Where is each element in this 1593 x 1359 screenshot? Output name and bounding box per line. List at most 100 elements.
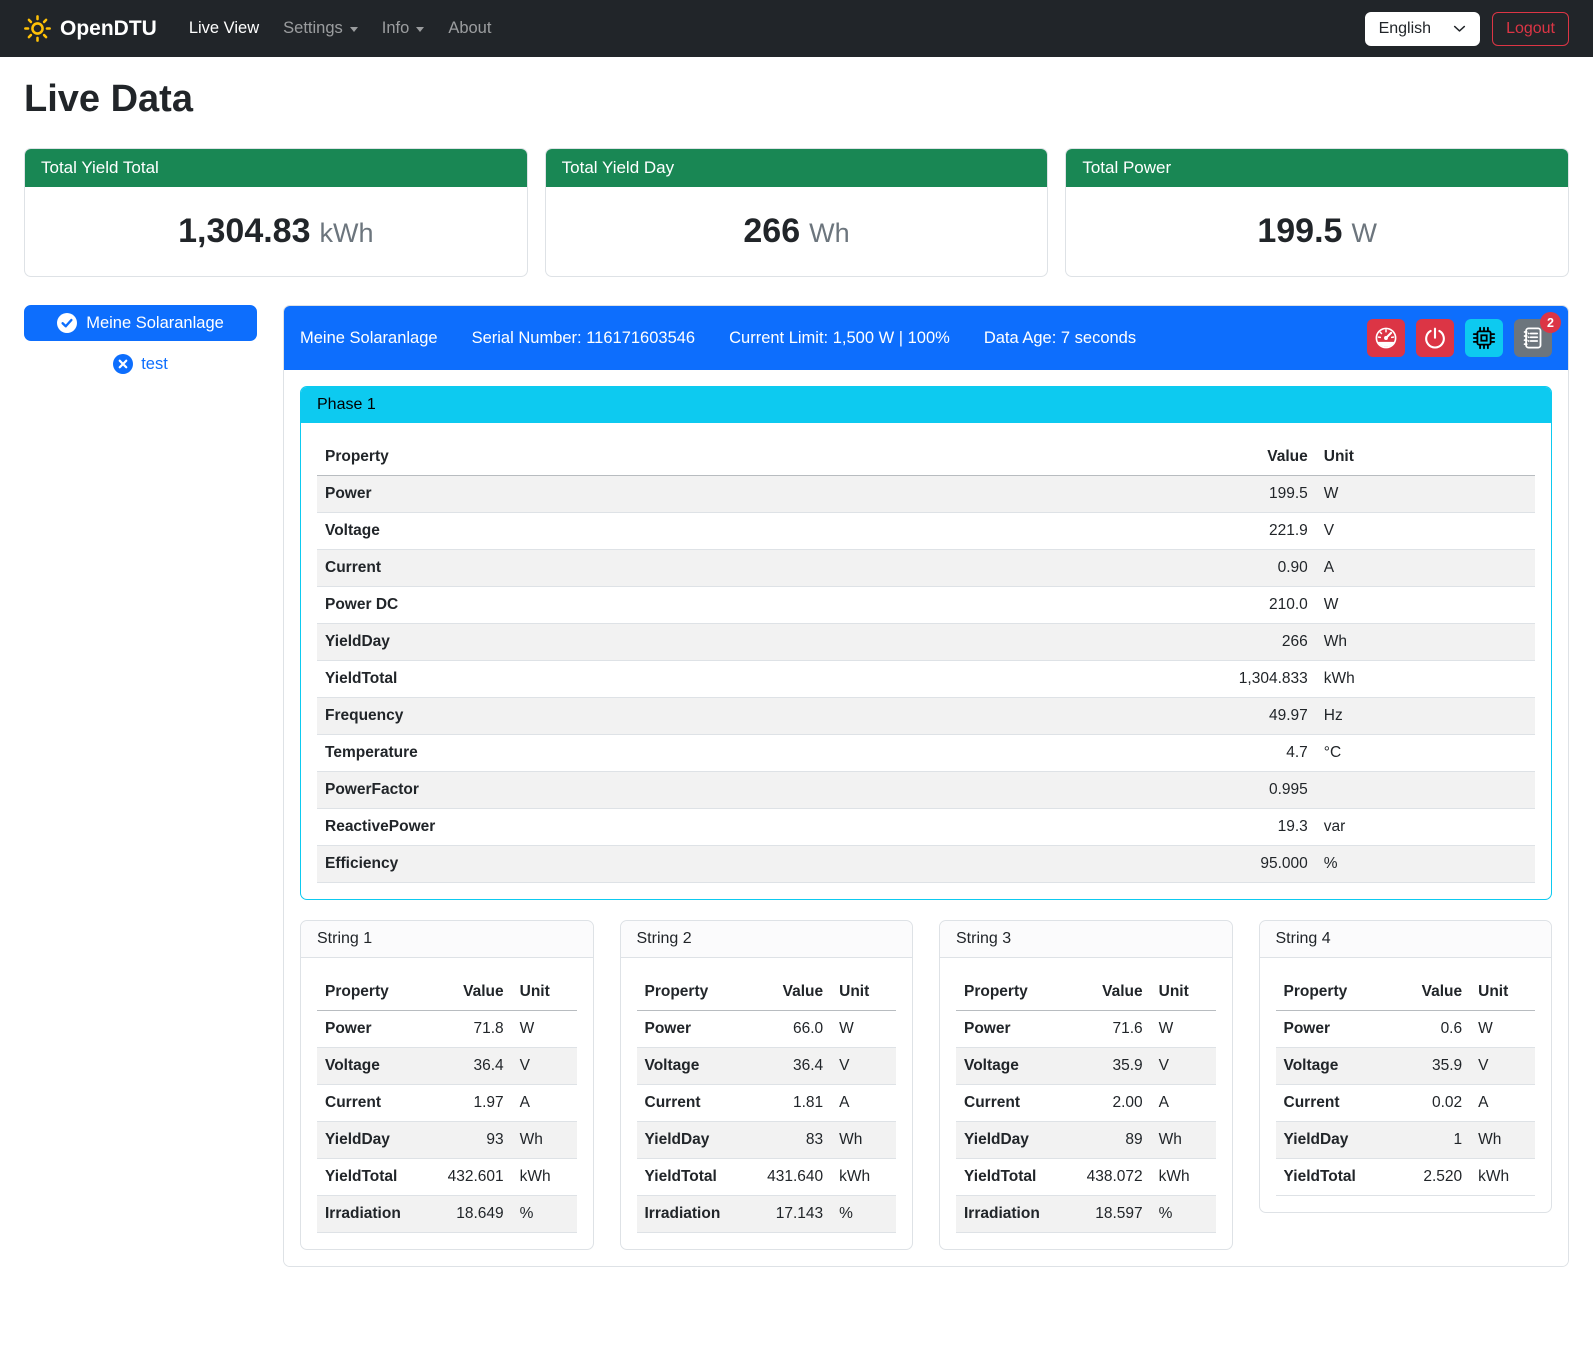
- sun-icon: [24, 15, 51, 42]
- property-cell: YieldTotal: [317, 1159, 431, 1196]
- value-cell: 1.97: [431, 1085, 511, 1122]
- value-cell: 4.7: [1157, 735, 1315, 772]
- column-header: Property: [317, 439, 1157, 476]
- summary-unit: W: [1351, 218, 1376, 248]
- chevron-down-icon: [416, 27, 424, 32]
- value-cell: 93: [431, 1122, 511, 1159]
- table-row: PowerFactor0.995: [317, 772, 1535, 809]
- inverter-sidebar: Meine Solaranlage test: [24, 305, 257, 374]
- value-cell: 18.649: [431, 1196, 511, 1233]
- strings-grid: String 1 PropertyValueUnitPower71.8WVolt…: [300, 920, 1552, 1250]
- value-cell: 36.4: [431, 1048, 511, 1085]
- nav-item-info[interactable]: Info: [372, 11, 435, 46]
- summary-card-title: Total Power: [1066, 149, 1568, 187]
- column-header: Value: [1390, 974, 1470, 1011]
- value-cell: 0.995: [1157, 772, 1315, 809]
- check-circle-icon: [57, 313, 77, 333]
- table-row: Current0.90A: [317, 550, 1535, 587]
- unit-cell: V: [512, 1048, 577, 1085]
- table-row: Current2.00A: [956, 1085, 1216, 1122]
- table-row: Power71.6W: [956, 1011, 1216, 1048]
- phase-panel: Phase 1 PropertyValueUnitPower199.5WVolt…: [300, 386, 1552, 900]
- value-cell: 18.597: [1070, 1196, 1150, 1233]
- table-row: Voltage36.4V: [317, 1048, 577, 1085]
- unit-cell: Hz: [1316, 698, 1535, 735]
- column-header: Value: [1070, 974, 1150, 1011]
- value-cell: 66.0: [751, 1011, 831, 1048]
- property-cell: Power: [1276, 1011, 1390, 1048]
- phase-panel-body: PropertyValueUnitPower199.5WVoltage221.9…: [301, 423, 1551, 883]
- brand[interactable]: OpenDTU: [24, 15, 157, 42]
- table-row: YieldTotal2.520kWh: [1276, 1159, 1536, 1196]
- summary-card-title: Total Yield Day: [546, 149, 1048, 187]
- value-cell: 36.4: [751, 1048, 831, 1085]
- journal-text-icon: [1521, 326, 1545, 350]
- unit-cell: W: [1470, 1011, 1535, 1048]
- string-card-body: PropertyValueUnitPower66.0WVoltage36.4VC…: [621, 958, 913, 1233]
- inverter-name: Meine Solaranlage: [300, 329, 438, 348]
- column-header: Value: [751, 974, 831, 1011]
- value-cell: 0.6: [1390, 1011, 1470, 1048]
- logout-button[interactable]: Logout: [1492, 12, 1569, 46]
- table-row: Power199.5W: [317, 476, 1535, 513]
- column-header: Property: [956, 974, 1070, 1011]
- value-cell: 431.640: [751, 1159, 831, 1196]
- summary-unit: kWh: [320, 218, 374, 248]
- unit-cell: W: [1151, 1011, 1216, 1048]
- speedometer-icon: [1374, 326, 1398, 350]
- value-cell: 95.000: [1157, 846, 1315, 883]
- nav-item-live-view[interactable]: Live View: [179, 11, 269, 46]
- inverter-card: Meine Solaranlage Serial Number: 1161716…: [283, 305, 1569, 1267]
- phase-table: PropertyValueUnitPower199.5WVoltage221.9…: [317, 439, 1535, 883]
- unit-cell: W: [1316, 476, 1535, 513]
- table-row: ReactivePower19.3var: [317, 809, 1535, 846]
- table-row: Current1.97A: [317, 1085, 577, 1122]
- inverter-limit: Current Limit: 1,500 W | 100%: [729, 329, 950, 348]
- property-cell: Current: [956, 1085, 1070, 1122]
- nav-item-about[interactable]: About: [438, 11, 501, 46]
- table-row: Voltage35.9V: [956, 1048, 1216, 1085]
- language-value: English: [1379, 20, 1431, 38]
- property-cell: Irradiation: [637, 1196, 751, 1233]
- page-title: Live Data: [24, 78, 1569, 121]
- string-card-title: String 2: [621, 921, 913, 958]
- device-info-button[interactable]: [1465, 319, 1503, 357]
- power-button[interactable]: [1416, 319, 1454, 357]
- property-cell: Voltage: [1276, 1048, 1390, 1085]
- table-row: Temperature4.7°C: [317, 735, 1535, 772]
- summary-card-body: 1,304.83kWh: [25, 187, 527, 276]
- string-card-3: String 3 PropertyValueUnitPower71.6WVolt…: [939, 920, 1233, 1250]
- summary-unit: Wh: [809, 218, 850, 248]
- column-header: Unit: [1470, 974, 1535, 1011]
- unit-cell: A: [831, 1085, 896, 1122]
- table-row: Voltage221.9V: [317, 513, 1535, 550]
- property-cell: YieldTotal: [956, 1159, 1070, 1196]
- table-row: YieldDay266Wh: [317, 624, 1535, 661]
- cpu-icon: [1472, 326, 1496, 350]
- unit-cell: V: [831, 1048, 896, 1085]
- column-header: Value: [431, 974, 511, 1011]
- column-header: Unit: [512, 974, 577, 1011]
- property-cell: YieldDay: [317, 624, 1157, 661]
- limit-settings-button[interactable]: [1367, 319, 1405, 357]
- inverter-item-test[interactable]: test: [24, 354, 257, 374]
- table-row: Power71.8W: [317, 1011, 577, 1048]
- property-cell: Power: [956, 1011, 1070, 1048]
- unit-cell: A: [1316, 550, 1535, 587]
- inverter-select-button[interactable]: Meine Solaranlage: [24, 305, 257, 341]
- unit-cell: %: [1316, 846, 1535, 883]
- nav-item-settings[interactable]: Settings: [273, 11, 368, 46]
- string-2-table: PropertyValueUnitPower66.0WVoltage36.4VC…: [637, 974, 897, 1233]
- unit-cell: W: [831, 1011, 896, 1048]
- table-header-row: PropertyValueUnit: [1276, 974, 1536, 1011]
- table-row: YieldTotal431.640kWh: [637, 1159, 897, 1196]
- unit-cell: V: [1470, 1048, 1535, 1085]
- property-cell: Current: [317, 550, 1157, 587]
- event-log-button[interactable]: 2: [1514, 319, 1552, 357]
- unit-cell: Wh: [1151, 1122, 1216, 1159]
- table-header-row: PropertyValueUnit: [637, 974, 897, 1011]
- unit-cell: A: [1151, 1085, 1216, 1122]
- language-select[interactable]: English: [1365, 12, 1480, 46]
- unit-cell: A: [1470, 1085, 1535, 1122]
- value-cell: 89: [1070, 1122, 1150, 1159]
